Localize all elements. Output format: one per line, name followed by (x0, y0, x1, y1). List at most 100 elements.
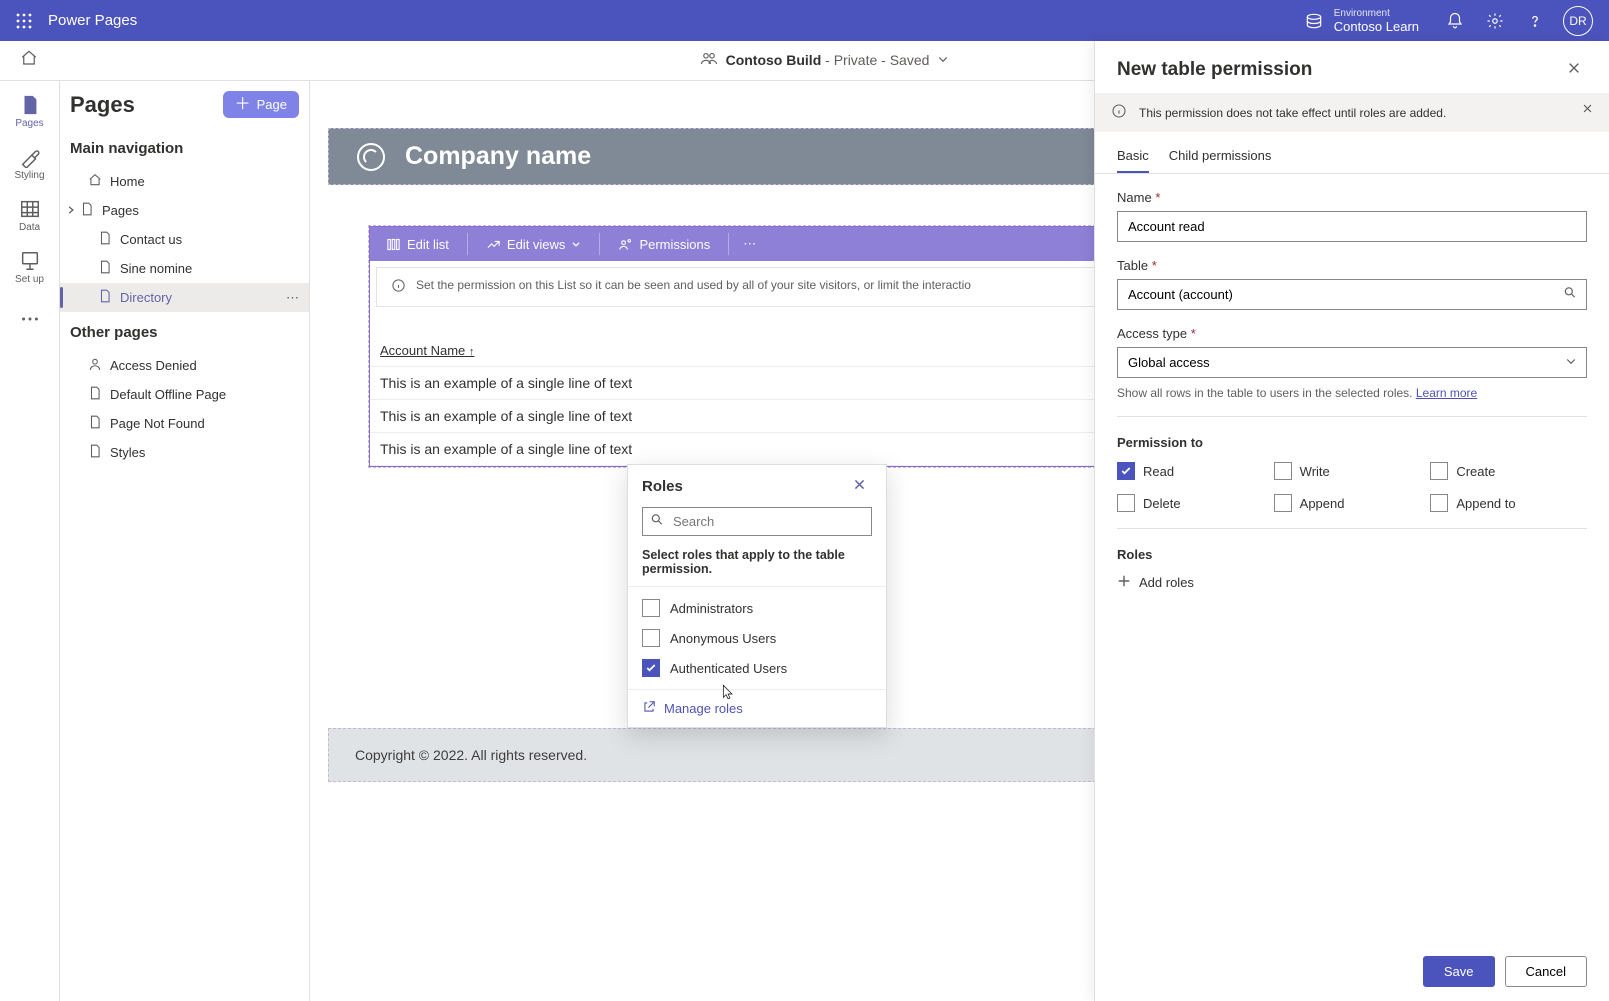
site-logo-icon (357, 143, 385, 171)
rail-setup[interactable]: Set up (4, 243, 56, 291)
edit-views-button[interactable]: Edit views (474, 231, 594, 258)
home-icon (88, 173, 102, 190)
tree-item-access-denied[interactable]: Access Denied (60, 351, 309, 380)
perm-read[interactable]: Read (1117, 462, 1274, 480)
roles-title: Roles (1117, 547, 1587, 562)
add-roles-button[interactable]: Add roles (1117, 574, 1194, 591)
name-label: Name * (1117, 190, 1587, 205)
environment-picker[interactable]: Environment Contoso Learn (1302, 8, 1419, 34)
role-option-administrators[interactable]: Administrators (642, 593, 872, 623)
chevron-right-icon[interactable] (66, 203, 78, 218)
home-icon[interactable] (20, 49, 40, 72)
settings-icon[interactable] (1475, 1, 1515, 41)
tree-item-contact[interactable]: Contact us (60, 225, 309, 254)
sort-asc-icon: ↑ (469, 346, 475, 358)
roles-close-button[interactable] (847, 477, 872, 495)
perm-create[interactable]: Create (1430, 462, 1587, 480)
info-text: This permission does not take effect unt… (1139, 106, 1446, 120)
waffle-icon[interactable] (8, 5, 40, 37)
user-avatar[interactable]: DR (1563, 6, 1593, 36)
search-icon (650, 512, 664, 531)
rail-more[interactable] (4, 295, 56, 343)
page-icon (88, 444, 102, 461)
help-icon[interactable] (1515, 1, 1555, 41)
tab-basic[interactable]: Basic (1117, 140, 1149, 173)
access-type-select[interactable] (1117, 347, 1587, 378)
left-rail: Pages Styling Data Set up (0, 81, 60, 1001)
chk-label: Write (1300, 464, 1330, 479)
notifications-icon[interactable] (1435, 1, 1475, 41)
rail-styling[interactable]: Styling (4, 139, 56, 187)
edit-list-button[interactable]: Edit list (374, 231, 461, 258)
tree-item-notfound[interactable]: Page Not Found (60, 409, 309, 438)
other-pages-tree: Access Denied Default Offline Page Page … (60, 351, 309, 467)
page-icon (98, 289, 112, 306)
name-input[interactable] (1117, 211, 1587, 242)
perm-appendto[interactable]: Append to (1430, 494, 1587, 512)
tab-child[interactable]: Child permissions (1169, 140, 1272, 173)
rail-label: Data (19, 222, 40, 233)
roles-search-input[interactable] (642, 507, 872, 536)
permissions-button[interactable]: Permissions (606, 231, 722, 258)
perm-write[interactable]: Write (1274, 462, 1431, 480)
rail-pages[interactable]: Pages (4, 87, 56, 135)
opt-label: Anonymous Users (670, 631, 776, 646)
tree-item-offline[interactable]: Default Offline Page (60, 380, 309, 409)
role-option-authenticated[interactable]: Authenticated Users (642, 653, 872, 683)
roles-flyout: Roles Select roles that apply to the tab… (627, 464, 887, 728)
plus-icon (1117, 574, 1131, 591)
app-header: Power Pages Environment Contoso Learn DR (0, 0, 1609, 41)
main-nav-tree: Home Pages Contact us Sine nomine Direct… (60, 167, 309, 312)
environment-name: Contoso Learn (1334, 19, 1419, 34)
more-icon[interactable]: ⋯ (286, 290, 299, 306)
add-page-label: Page (257, 97, 287, 112)
page-icon (98, 260, 112, 277)
manage-label: Manage roles (664, 701, 743, 716)
add-page-button[interactable]: ＋ Page (223, 91, 299, 118)
tree-item-sine[interactable]: Sine nomine (60, 254, 309, 283)
table-label: Table * (1117, 258, 1587, 273)
tree-label: Contact us (120, 232, 182, 247)
pages-title: Pages (70, 92, 135, 118)
table-lookup[interactable] (1117, 279, 1587, 310)
tree-item-home[interactable]: Home (60, 167, 309, 196)
chk-label: Create (1456, 464, 1495, 479)
manage-roles-link[interactable]: Manage roles (628, 689, 886, 727)
btn-label: Edit list (407, 237, 449, 252)
tree-item-styles[interactable]: Styles (60, 438, 309, 467)
btn-label: Permissions (639, 237, 710, 252)
panel-close-button[interactable] (1561, 60, 1587, 81)
panel-info-bar: This permission does not take effect unt… (1095, 93, 1609, 132)
tree-item-directory[interactable]: Directory ⋯ (60, 283, 309, 312)
page-icon (88, 386, 102, 403)
cancel-button[interactable]: Cancel (1505, 956, 1587, 987)
chk-label: Append to (1456, 496, 1515, 511)
rail-data[interactable]: Data (4, 191, 56, 239)
perm-append[interactable]: Append (1274, 494, 1431, 512)
save-button[interactable]: Save (1423, 956, 1495, 987)
more-button[interactable]: ⋯ (735, 230, 764, 258)
tree-label: Sine nomine (120, 261, 192, 276)
rail-label: Set up (15, 274, 44, 285)
main-nav-title: Main navigation (60, 128, 309, 167)
page-icon (88, 415, 102, 432)
tree-item-pages[interactable]: Pages (60, 196, 309, 225)
role-option-anonymous[interactable]: Anonymous Users (642, 623, 872, 653)
info-icon (391, 278, 406, 296)
chk-label: Append (1300, 496, 1345, 511)
rail-label: Styling (14, 170, 44, 181)
table-permission-panel: New table permission This permission doe… (1094, 41, 1609, 1001)
permission-grid: Read Write Create Delete Append Append t… (1117, 462, 1587, 512)
opt-label: Authenticated Users (670, 661, 787, 676)
site-status: - Private - Saved (821, 52, 929, 68)
info-close-button[interactable] (1576, 101, 1599, 118)
chk-label: Delete (1143, 496, 1181, 511)
tree-label: Directory (120, 290, 172, 305)
access-label: Access type * (1117, 326, 1587, 341)
roles-hint: Select roles that apply to the table per… (628, 546, 886, 587)
environment-label: Environment (1334, 8, 1419, 19)
chevron-down-icon[interactable] (937, 52, 949, 70)
tree-label: Access Denied (110, 358, 197, 373)
perm-delete[interactable]: Delete (1117, 494, 1274, 512)
learn-more-link[interactable]: Learn more (1416, 386, 1477, 400)
